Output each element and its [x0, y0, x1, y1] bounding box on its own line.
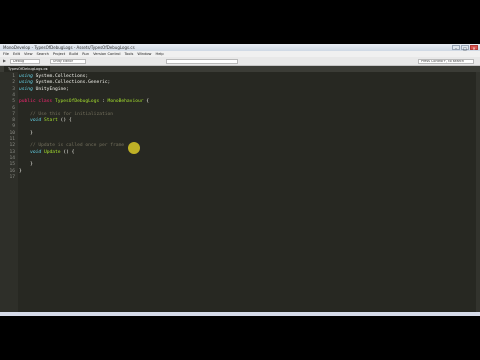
code-token: }: [19, 168, 22, 174]
code-token: using: [19, 74, 33, 79]
target-select[interactable]: Unity Editor: [50, 59, 86, 64]
close-button[interactable]: ✕: [470, 45, 478, 51]
window-title: MonoDevelop - TypesOfDebugLogs - Assets/…: [3, 45, 135, 50]
code-token: Start: [43, 118, 58, 124]
code-token: // Update is called once per frame: [19, 143, 125, 149]
code-token: TypesOfDebugLogs: [54, 99, 100, 105]
status-field: [166, 59, 238, 64]
code-text: public class TypesOfDebugLogs : MonoBeha…: [19, 99, 149, 105]
minimize-button[interactable]: –: [452, 45, 460, 51]
ide-window: MonoDevelop - TypesOfDebugLogs - Assets/…: [0, 44, 480, 316]
code-text: using UnityEngine;: [19, 87, 69, 93]
mouse-cursor-highlight: [128, 142, 140, 154]
code-token: System.Collections.Generic;: [32, 80, 111, 86]
code-token: using: [19, 86, 33, 92]
status-bar: [0, 312, 480, 316]
code-text: }: [19, 169, 22, 175]
code-token: // Use this for initialization: [19, 111, 114, 117]
code-token: {: [143, 99, 150, 105]
code-token: System.Collections;: [32, 74, 89, 79]
maximize-button[interactable]: □: [461, 45, 469, 51]
vertical-scrollbar[interactable]: [476, 72, 480, 316]
code-token: void: [30, 149, 42, 155]
code-token: void: [30, 118, 42, 124]
code-token: UnityEngine;: [32, 86, 69, 92]
code-token: () {: [57, 118, 72, 124]
toolbar: ▶ Debug Unity Editor Press Control+, to …: [0, 57, 480, 66]
window-controls: – □ ✕: [452, 45, 478, 51]
code-token: MonoBehaviour: [107, 99, 144, 105]
code-token: }: [19, 130, 33, 136]
configuration-select[interactable]: Debug: [10, 59, 40, 64]
run-icon[interactable]: ▶: [3, 59, 7, 63]
code-editor[interactable]: 1 using System.Collections; 2 using System.…: [0, 72, 480, 316]
line-number: 17: [9, 174, 15, 180]
code-token: public class: [19, 99, 55, 105]
tab-label: TypesOfDebugLogs.cs: [8, 67, 48, 71]
search-input[interactable]: Press Control+, to search: [418, 59, 474, 64]
code-text: }: [19, 131, 33, 137]
code-token: }: [19, 162, 33, 168]
code-token: using: [19, 80, 33, 86]
code-token: :: [99, 99, 108, 105]
code-token: Update: [43, 149, 61, 155]
code-token: () {: [60, 149, 75, 155]
